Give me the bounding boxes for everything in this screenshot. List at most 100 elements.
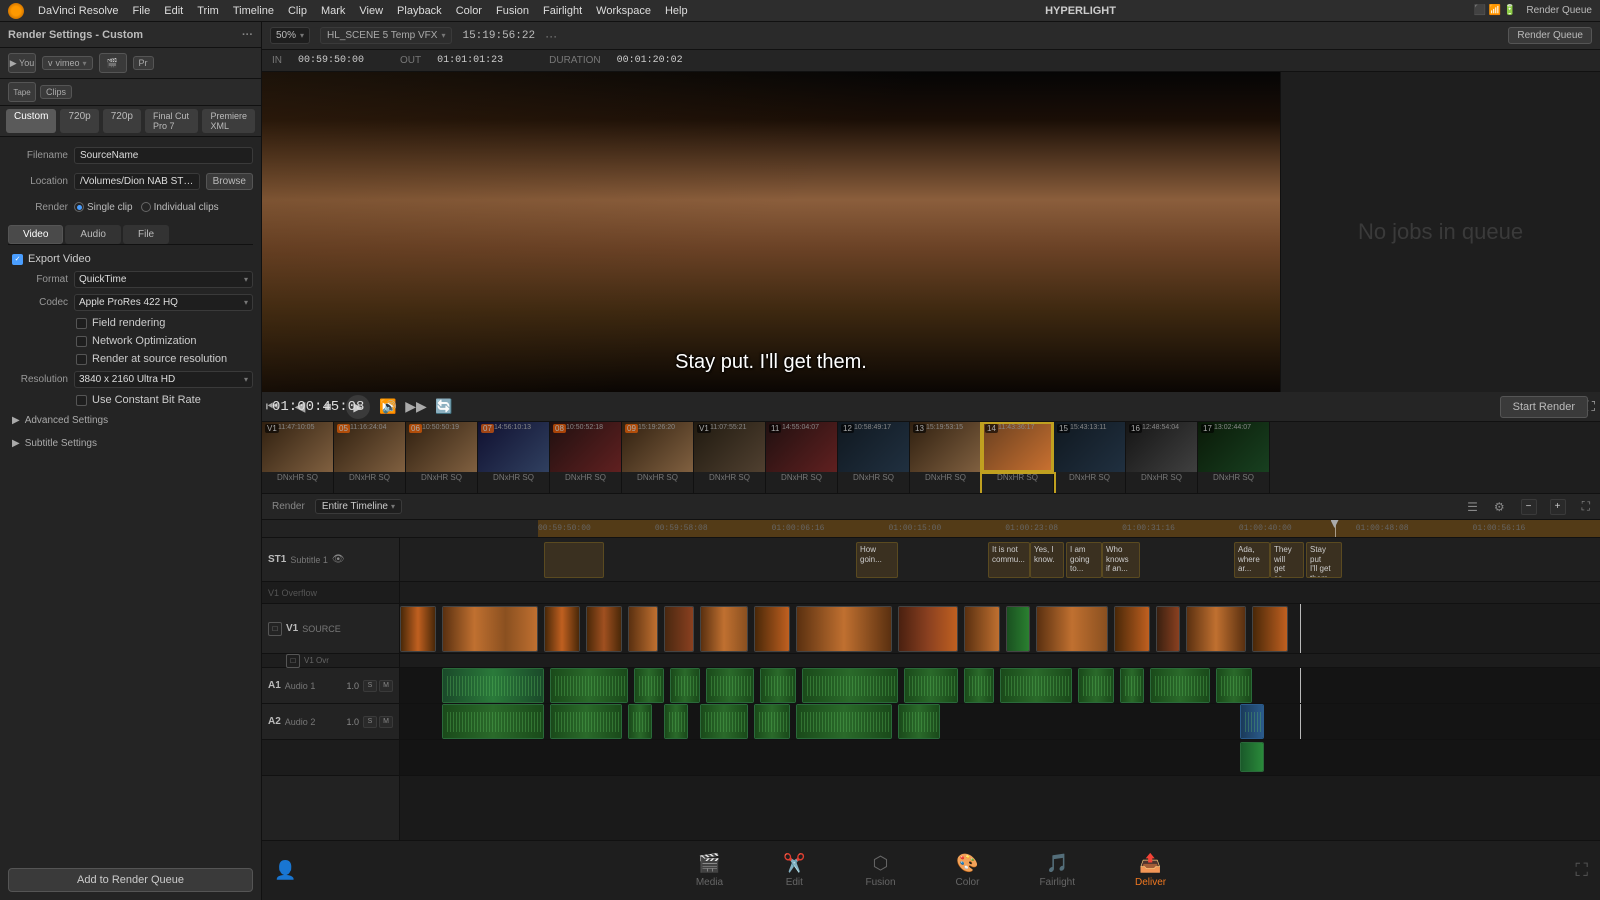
clip-thumb-13[interactable]: 13 15:19:53:15 DNxHR SQ: [910, 422, 982, 493]
clip-thumb-12[interactable]: 12 10:58:49:17 DNxHR SQ: [838, 422, 910, 493]
browse-button[interactable]: Browse: [206, 173, 253, 190]
menu-render-queue[interactable]: Render Queue: [1526, 5, 1592, 16]
next-frame-button[interactable]: ▶▶: [406, 397, 426, 417]
v1-expand[interactable]: □: [286, 654, 300, 668]
vid-clip-12[interactable]: A015_...: [1006, 606, 1030, 652]
vid-clip-4[interactable]: A016_010...: [586, 606, 622, 652]
nav-color[interactable]: 🎨 Color: [926, 847, 1010, 894]
aud-clip-1[interactable]: A015_01041909_C012: [442, 668, 544, 703]
vid-clip-7[interactable]: A015_01041902_C011: [700, 606, 748, 652]
single-clip-radio[interactable]: [74, 202, 84, 212]
a2-m-btn[interactable]: M: [379, 716, 393, 728]
render-plus-btn[interactable]: +: [1550, 499, 1566, 515]
aud2-clip-6[interactable]: A017_010...: [754, 704, 790, 739]
export-video-row[interactable]: Export Video: [8, 253, 253, 265]
sub-clip-not[interactable]: It is not commu...: [988, 542, 1030, 578]
menu-item-file[interactable]: File: [133, 5, 151, 17]
clip-thumb-09[interactable]: 09 15:19:26:20 DNxHR SQ: [622, 422, 694, 493]
sub-clip-yes[interactable]: Yes, I know.: [1030, 542, 1064, 578]
tab-premiere[interactable]: Premiere XML: [202, 109, 255, 133]
use-constant-bitrate-checkbox[interactable]: [76, 395, 87, 406]
aud2-clip-7[interactable]: A017_01042380...: [796, 704, 892, 739]
aud-clip-13[interactable]: A016_01042150_C... A016_01042...: [1150, 668, 1210, 703]
clip-thumb-11[interactable]: 11 14:55:04:07 DNxHR SQ: [766, 422, 838, 493]
menu-item-help[interactable]: Help: [665, 5, 688, 17]
render-list-icon[interactable]: ☰: [1467, 500, 1478, 514]
tab-video[interactable]: Video: [8, 225, 63, 244]
menu-item-timeline[interactable]: Timeline: [233, 5, 274, 17]
sub-clip-how[interactable]: How goin...: [856, 542, 898, 578]
codec-dropdown[interactable]: Apple ProRes 422 HQ ▾: [74, 294, 253, 311]
format-dropdown[interactable]: QuickTime ▾: [74, 271, 253, 288]
field-rendering-checkbox[interactable]: [76, 318, 87, 329]
aud2-clip-3[interactable]: A016...: [628, 704, 652, 739]
add-to-render-queue-button[interactable]: Add to Render Queue: [8, 868, 253, 892]
aud-clip-12[interactable]: A009...: [1120, 668, 1144, 703]
sub-clip-blank[interactable]: [544, 542, 604, 578]
menu-item-color[interactable]: Color: [456, 5, 482, 17]
nav-deliver[interactable]: 📤 Deliver: [1105, 847, 1196, 894]
render-settings-more[interactable]: ···: [242, 29, 253, 41]
menu-item-view[interactable]: View: [359, 5, 383, 17]
aud2-clip-1[interactable]: A015_01041909_C012: [442, 704, 544, 739]
aud2-clip-8[interactable]: A017_01042...: [898, 704, 940, 739]
network-opt-checkbox[interactable]: [76, 336, 87, 347]
tab-file[interactable]: File: [123, 225, 169, 244]
vimeo-preset[interactable]: vvimeo▾: [42, 56, 93, 70]
aud-clip-14[interactable]: A016_010...: [1216, 668, 1252, 703]
a1-m-btn[interactable]: M: [379, 680, 393, 692]
zoom-control[interactable]: 50% ▾: [270, 27, 310, 44]
clip-thumb-v1-2[interactable]: V1 11:07:55:21 DNxHR SQ: [694, 422, 766, 493]
nav-left-icon[interactable]: 👤: [274, 860, 296, 881]
sub-clip-ada[interactable]: Ada, where ar...: [1234, 542, 1270, 578]
vid-clip-6[interactable]: A009_...: [664, 606, 694, 652]
menu-item-fairlight[interactable]: Fairlight: [543, 5, 582, 17]
render-timeline-dropdown[interactable]: Entire Timeline ▾: [315, 499, 402, 514]
vid-clip-15[interactable]: A009...: [1156, 606, 1180, 652]
render-settings-icon[interactable]: ⚙: [1494, 500, 1505, 514]
menu-item-playback[interactable]: Playback: [397, 5, 442, 17]
resolution-dropdown[interactable]: 3840 x 2160 Ultra HD ▾: [74, 371, 253, 388]
clip-thumb-16[interactable]: 16 12:48:54:04 DNxHR SQ: [1126, 422, 1198, 493]
aud-clip-11[interactable]: A016_010...: [1078, 668, 1114, 703]
aud-clip-3[interactable]: A016_...: [634, 668, 664, 703]
nav-media[interactable]: 🎬 Media: [666, 847, 753, 894]
menu-item-trim[interactable]: Trim: [197, 5, 219, 17]
render-expand-btn[interactable]: ⛶: [1582, 499, 1590, 514]
render-minus-btn[interactable]: −: [1521, 499, 1537, 515]
nav-fusion[interactable]: ⬡ Fusion: [836, 847, 926, 894]
tab-finalcut[interactable]: Final Cut Pro 7: [145, 109, 199, 133]
tab-720p-2[interactable]: 720p: [103, 109, 141, 133]
individual-clips-radio[interactable]: [141, 202, 151, 212]
menu-item-fusion[interactable]: Fusion: [496, 5, 529, 17]
filename-value[interactable]: SourceName: [74, 147, 253, 164]
clip-thumb-07[interactable]: 07 14:56:10:13 DNxHR SQ: [478, 422, 550, 493]
aud-clip-4[interactable]: A009...: [670, 668, 700, 703]
a1-s-btn[interactable]: S: [363, 680, 377, 692]
vid-clip-5[interactable]: A016_...: [628, 606, 658, 652]
field-rendering-row[interactable]: Field rendering: [8, 317, 253, 329]
single-clip-option[interactable]: Single clip: [74, 202, 133, 213]
clips-btn[interactable]: Clips: [40, 85, 72, 99]
camera-preset[interactable]: 🎬: [99, 53, 127, 73]
aud2-clip-4[interactable]: A00n...: [664, 704, 688, 739]
tab-audio[interactable]: Audio: [65, 225, 121, 244]
clip-thumb-06[interactable]: 06 10:50:50:19 DNxHR SQ: [406, 422, 478, 493]
youtube-preset[interactable]: ▶ You: [8, 53, 36, 73]
sub-clip-they[interactable]: They will get so...: [1270, 542, 1304, 578]
aud-clip-6[interactable]: A017_010...: [760, 668, 796, 703]
use-constant-bitrate-row[interactable]: Use Constant Bit Rate: [8, 394, 253, 406]
aud2-clip-2[interactable]: A016_010...: [550, 704, 622, 739]
render-queue-button[interactable]: Render Queue: [1508, 27, 1592, 44]
clip-thumb-17[interactable]: 17 13:02:44:07 DNxHR SQ: [1198, 422, 1270, 493]
tab-720p-1[interactable]: 720p: [60, 109, 98, 133]
vid-clip-9[interactable]: A015_01041919_C014: [796, 606, 892, 652]
render-at-source-row[interactable]: Render at source resolution: [8, 353, 253, 365]
start-render-button[interactable]: Start Render: [1500, 396, 1588, 418]
menu-item-clip[interactable]: Clip: [288, 5, 307, 17]
aud-clip-8[interactable]: A017_01042380...: [904, 668, 958, 703]
vid-clip-17[interactable]: A016_010...: [1252, 606, 1288, 652]
nav-fairlight[interactable]: 🎵 Fairlight: [1009, 847, 1105, 894]
menu-item-workspace[interactable]: Workspace: [596, 5, 651, 17]
vid-clip-11[interactable]: A015_010...: [964, 606, 1000, 652]
